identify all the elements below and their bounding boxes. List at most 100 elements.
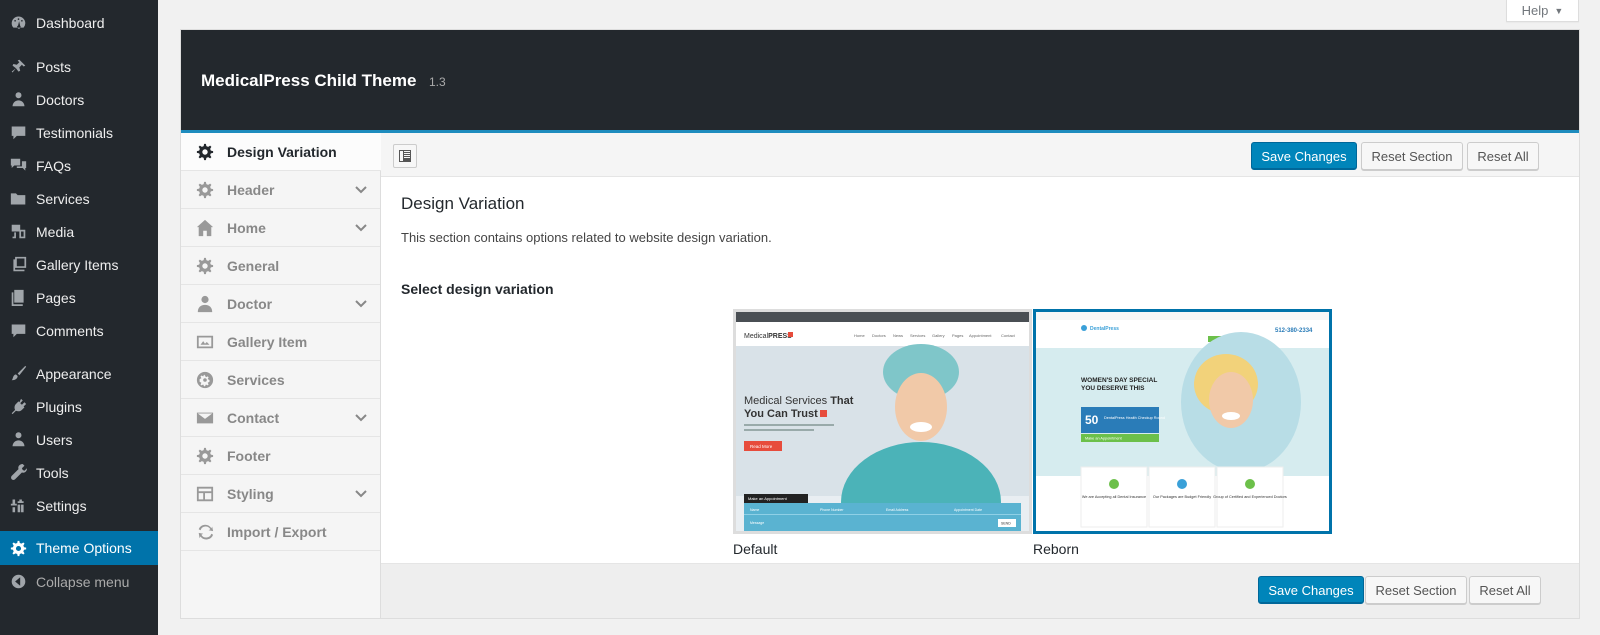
gear-icon	[195, 256, 215, 276]
menu-item-services[interactable]: Services	[0, 182, 158, 215]
svg-text:50: 50	[1085, 413, 1099, 427]
variation-thumbnail[interactable]: MedicalPRESS Home Doctors News Services …	[733, 309, 1032, 534]
variation-option-reborn[interactable]: DentalPress 512-380-2334 WOMEN'S DAY SPE…	[1033, 309, 1332, 557]
reborn-preview-image: DentalPress 512-380-2334 WOMEN'S DAY SPE…	[1036, 312, 1329, 531]
svg-text:DentalPress Health Checkup Rou: DentalPress Health Checkup Round	[1104, 416, 1165, 420]
svg-text:Message: Message	[750, 521, 764, 525]
comment-icon	[8, 123, 28, 143]
chevron-down-icon[interactable]	[354, 297, 368, 311]
panel-header: MedicalPress Child Theme 1.3	[181, 30, 1579, 133]
menu-item-tools[interactable]: Tools	[0, 456, 158, 489]
svg-text:Appointment: Appointment	[969, 333, 992, 338]
menu-item-settings[interactable]: Settings	[0, 489, 158, 522]
nav-label: General	[227, 257, 280, 274]
variation-thumbnail[interactable]: DentalPress 512-380-2334 WOMEN'S DAY SPE…	[1033, 309, 1332, 534]
gear-icon	[195, 446, 215, 466]
menu-item-plugins[interactable]: Plugins	[0, 390, 158, 423]
menu-label: Appearance	[36, 365, 112, 382]
nav-label: Header	[227, 181, 275, 198]
layout-icon	[398, 149, 412, 163]
nav-label: Styling	[227, 485, 274, 502]
menu-item-users[interactable]: Users	[0, 423, 158, 456]
menu-item-gallery-items[interactable]: Gallery Items	[0, 248, 158, 281]
theme-options-panel: MedicalPress Child Theme 1.3 Design Vari…	[180, 29, 1580, 619]
expand-options-button[interactable]	[393, 144, 417, 168]
help-tab-button[interactable]: Help ▼	[1506, 0, 1579, 22]
nav-label: Import / Export	[227, 523, 327, 540]
nav-general[interactable]: General	[181, 247, 380, 285]
menu-item-dashboard[interactable]: Dashboard	[0, 6, 158, 39]
menu-item-doctors[interactable]: Doctors	[0, 83, 158, 116]
reset-section-button-bottom[interactable]: Reset Section	[1365, 576, 1467, 604]
chevron-down-icon[interactable]	[354, 411, 368, 425]
help-label: Help	[1521, 3, 1549, 18]
nav-footer[interactable]: Footer	[181, 437, 380, 475]
nav-label: Home	[227, 219, 266, 236]
svg-text:YOU DESERVE THIS: YOU DESERVE THIS	[1081, 385, 1145, 392]
menu-label: Comments	[36, 322, 104, 339]
nav-import-export[interactable]: Import / Export	[181, 513, 380, 551]
menu-label: Dashboard	[36, 14, 105, 31]
nav-home[interactable]: Home	[181, 209, 380, 247]
media-icon	[8, 222, 28, 242]
nav-label: Contact	[227, 409, 280, 426]
nav-label: Doctor	[227, 295, 273, 312]
menu-label: FAQs	[36, 157, 72, 174]
save-changes-button-bottom[interactable]: Save Changes	[1258, 576, 1364, 604]
menu-item-faqs[interactable]: FAQs	[0, 149, 158, 182]
svg-text:Appointment Date: Appointment Date	[954, 508, 982, 512]
caret-down-icon: ▼	[1554, 5, 1564, 16]
nav-styling[interactable]: Styling	[181, 475, 380, 513]
nav-design-variation[interactable]: Design Variation	[181, 133, 381, 171]
save-changes-button[interactable]: Save Changes	[1251, 142, 1357, 170]
menu-label: Settings	[36, 497, 87, 514]
envelope-icon	[195, 408, 215, 428]
panel-nav: Design Variation Header Home General Doc…	[181, 133, 381, 618]
menu-label: Pages	[36, 289, 76, 306]
wrench-icon	[8, 463, 28, 483]
collapse-icon	[8, 572, 28, 592]
variation-option-default[interactable]: MedicalPRESS Home Doctors News Services …	[733, 309, 1032, 557]
chevron-down-icon[interactable]	[354, 183, 368, 197]
menu-item-theme-options[interactable]: Theme Options	[0, 531, 158, 565]
comments-icon	[8, 156, 28, 176]
nav-label: Footer	[227, 447, 271, 464]
svg-text:WOMEN'S DAY SPECIAL: WOMEN'S DAY SPECIAL	[1081, 377, 1157, 384]
chevron-down-icon[interactable]	[354, 487, 368, 501]
home-icon	[195, 218, 215, 238]
folder-icon	[8, 189, 28, 209]
svg-text:Our Packages are Budget Friend: Our Packages are Budget Friendly	[1153, 495, 1211, 499]
menu-item-media[interactable]: Media	[0, 215, 158, 248]
menu-label: Plugins	[36, 398, 82, 415]
chevron-down-icon[interactable]	[354, 221, 368, 235]
menu-item-posts[interactable]: Posts	[0, 50, 158, 83]
nav-contact[interactable]: Contact	[181, 399, 380, 437]
collapse-menu-button[interactable]: Collapse menu	[0, 565, 158, 598]
reset-all-button-bottom[interactable]: Reset All	[1469, 576, 1541, 604]
nav-doctor[interactable]: Doctor	[181, 285, 380, 323]
menu-item-appearance[interactable]: Appearance	[0, 357, 158, 390]
svg-text:Gallery: Gallery	[932, 333, 945, 338]
menu-item-pages[interactable]: Pages	[0, 281, 158, 314]
settings-icon	[8, 496, 28, 516]
menu-label: Services	[36, 190, 90, 207]
section-content: Design Variation This section contains o…	[381, 177, 1579, 563]
reset-section-button[interactable]: Reset Section	[1361, 142, 1463, 170]
nav-header[interactable]: Header	[181, 171, 380, 209]
svg-text:Pages: Pages	[952, 333, 963, 338]
menu-item-testimonials[interactable]: Testimonials	[0, 116, 158, 149]
svg-text:Make an Appointment: Make an Appointment	[748, 496, 788, 501]
nav-services[interactable]: Services	[181, 361, 380, 399]
svg-text:Phone Number: Phone Number	[820, 508, 844, 512]
default-preview-image: MedicalPRESS Home Doctors News Services …	[736, 312, 1029, 531]
svg-text:Make an Appointment: Make an Appointment	[1085, 437, 1123, 441]
svg-text:Group of Certified and Experie: Group of Certified and Experienced Docto…	[1213, 495, 1287, 499]
svg-text:You Can Trust: You Can Trust	[744, 408, 818, 420]
svg-text:Services: Services	[910, 333, 925, 338]
bottom-action-bar: Save Changes Reset Section Reset All	[381, 563, 1579, 618]
panel-title: MedicalPress Child Theme	[201, 71, 417, 90]
reset-all-button[interactable]: Reset All	[1467, 142, 1539, 170]
menu-item-comments[interactable]: Comments	[0, 314, 158, 347]
nav-gallery-item[interactable]: Gallery Item	[181, 323, 380, 361]
svg-text:News: News	[893, 333, 903, 338]
